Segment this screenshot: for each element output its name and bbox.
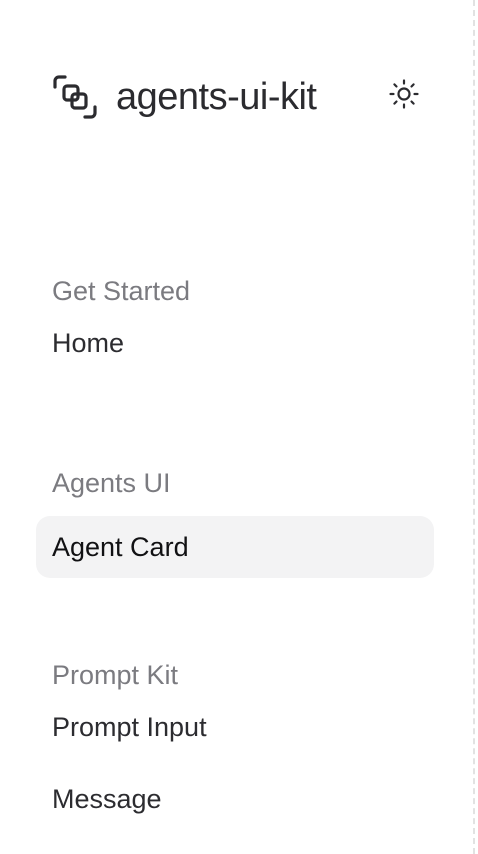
section-get-started: Get Started Home [36,272,434,374]
nav-item-prompt-input[interactable]: Prompt Input [36,696,434,758]
nav-item-home[interactable]: Home [36,312,434,374]
focus-squares-icon [52,74,98,120]
sidebar: agents-ui-kit Get Started Home Agents UI… [0,0,478,854]
section-label-get-started: Get Started [52,276,191,306]
theme-toggle-button[interactable] [384,76,424,116]
sidebar-header: agents-ui-kit [52,70,424,124]
section-label-prompt-kit: Prompt Kit [52,660,179,690]
section-prompt-kit: Prompt Kit Prompt Input Message [36,656,434,830]
section-agents-ui: Agents UI Agent Card [36,464,434,578]
app-title[interactable]: agents-ui-kit [116,78,317,116]
section-label-agents-ui: Agents UI [52,468,171,498]
nav-item-message[interactable]: Message [36,768,434,830]
sidebar-divider [473,0,475,854]
sun-icon [388,78,420,115]
nav-item-agent-card[interactable]: Agent Card [36,516,434,578]
